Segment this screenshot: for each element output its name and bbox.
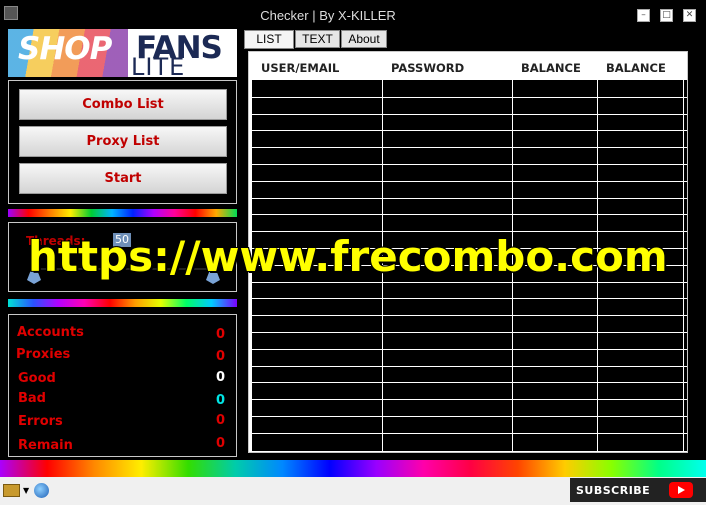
tab-list[interactable]: LIST bbox=[244, 30, 294, 49]
column-balance-1[interactable]: BALANCE bbox=[521, 61, 581, 75]
stat-remain-label: Remain bbox=[18, 438, 73, 453]
grid-row-divider bbox=[252, 181, 687, 182]
globe-icon[interactable] bbox=[34, 483, 49, 498]
grid-row-divider bbox=[252, 366, 687, 367]
grid-row-divider bbox=[252, 198, 687, 199]
stat-accounts-label: Accounts bbox=[17, 325, 84, 340]
combo-list-button[interactable]: Combo List bbox=[19, 89, 227, 120]
grid-row-divider bbox=[252, 332, 687, 333]
checker-window: Checker | By X-KILLER – □ ✕ SHOP FANS LI… bbox=[0, 0, 706, 505]
tab-about[interactable]: About bbox=[341, 30, 387, 48]
logo-lite-text: LITE bbox=[131, 53, 186, 77]
subscribe-bar[interactable]: SUBSCRIBE bbox=[570, 478, 706, 502]
grid-row-divider bbox=[252, 147, 687, 148]
stat-bad-value: 0 bbox=[216, 393, 226, 408]
folder-icon[interactable] bbox=[3, 484, 20, 497]
grid-header: USER/EMAIL PASSWORD BALANCE BALANCE bbox=[252, 54, 687, 80]
stat-errors-value: 0 bbox=[216, 413, 226, 428]
close-icon[interactable]: ✕ bbox=[683, 9, 696, 22]
grid-row-divider bbox=[252, 349, 687, 350]
titlebar: Checker | By X-KILLER – □ ✕ bbox=[0, 0, 706, 27]
minimize-icon[interactable]: – bbox=[637, 9, 650, 22]
watermark-url: https://www.frecombo.com bbox=[28, 232, 668, 281]
youtube-icon[interactable] bbox=[669, 482, 693, 498]
rainbow-divider bbox=[8, 209, 237, 217]
grid-row-divider bbox=[252, 382, 687, 383]
stat-proxies-value: 0 bbox=[216, 349, 226, 364]
start-button[interactable]: Start bbox=[19, 163, 227, 194]
logo-shop-text: SHOP bbox=[18, 31, 112, 67]
stat-accounts-value: 0 bbox=[216, 327, 226, 342]
chevron-down-icon[interactable]: ▼ bbox=[23, 486, 29, 495]
window-title: Checker | By X-KILLER bbox=[260, 8, 396, 23]
maximize-icon[interactable]: □ bbox=[660, 9, 673, 22]
grid-row-divider bbox=[252, 298, 687, 299]
column-password[interactable]: PASSWORD bbox=[391, 61, 464, 75]
grid-row-divider bbox=[252, 164, 687, 165]
grid-row-divider bbox=[252, 433, 687, 434]
shopfans-logo: SHOP FANS LITE bbox=[8, 29, 237, 77]
stat-proxies-label: Proxies bbox=[16, 347, 71, 362]
grid-row-divider bbox=[252, 97, 687, 98]
column-user-email[interactable]: USER/EMAIL bbox=[261, 61, 339, 75]
stat-bad-label: Bad bbox=[18, 391, 46, 406]
grid-row-divider bbox=[252, 114, 687, 115]
subscribe-label: SUBSCRIBE bbox=[576, 484, 651, 497]
grid-row-divider bbox=[252, 315, 687, 316]
grid-row-divider bbox=[252, 399, 687, 400]
rainbow-divider-2 bbox=[8, 299, 237, 307]
stat-good-label: Good bbox=[18, 371, 56, 386]
grid-row-divider bbox=[252, 282, 687, 283]
stat-good-value: 0 bbox=[216, 370, 226, 385]
grid-row-divider bbox=[252, 416, 687, 417]
stat-remain-value: 0 bbox=[216, 436, 226, 451]
proxy-list-button[interactable]: Proxy List bbox=[19, 126, 227, 157]
stat-errors-label: Errors bbox=[18, 414, 63, 429]
column-balance-2[interactable]: BALANCE bbox=[606, 61, 666, 75]
grid-row-divider bbox=[252, 130, 687, 131]
actions-panel: Combo List Proxy List Start bbox=[8, 80, 237, 204]
tab-text[interactable]: TEXT bbox=[295, 30, 340, 48]
grid-row-divider bbox=[252, 214, 687, 215]
bottom-rainbow-bar bbox=[0, 460, 706, 477]
